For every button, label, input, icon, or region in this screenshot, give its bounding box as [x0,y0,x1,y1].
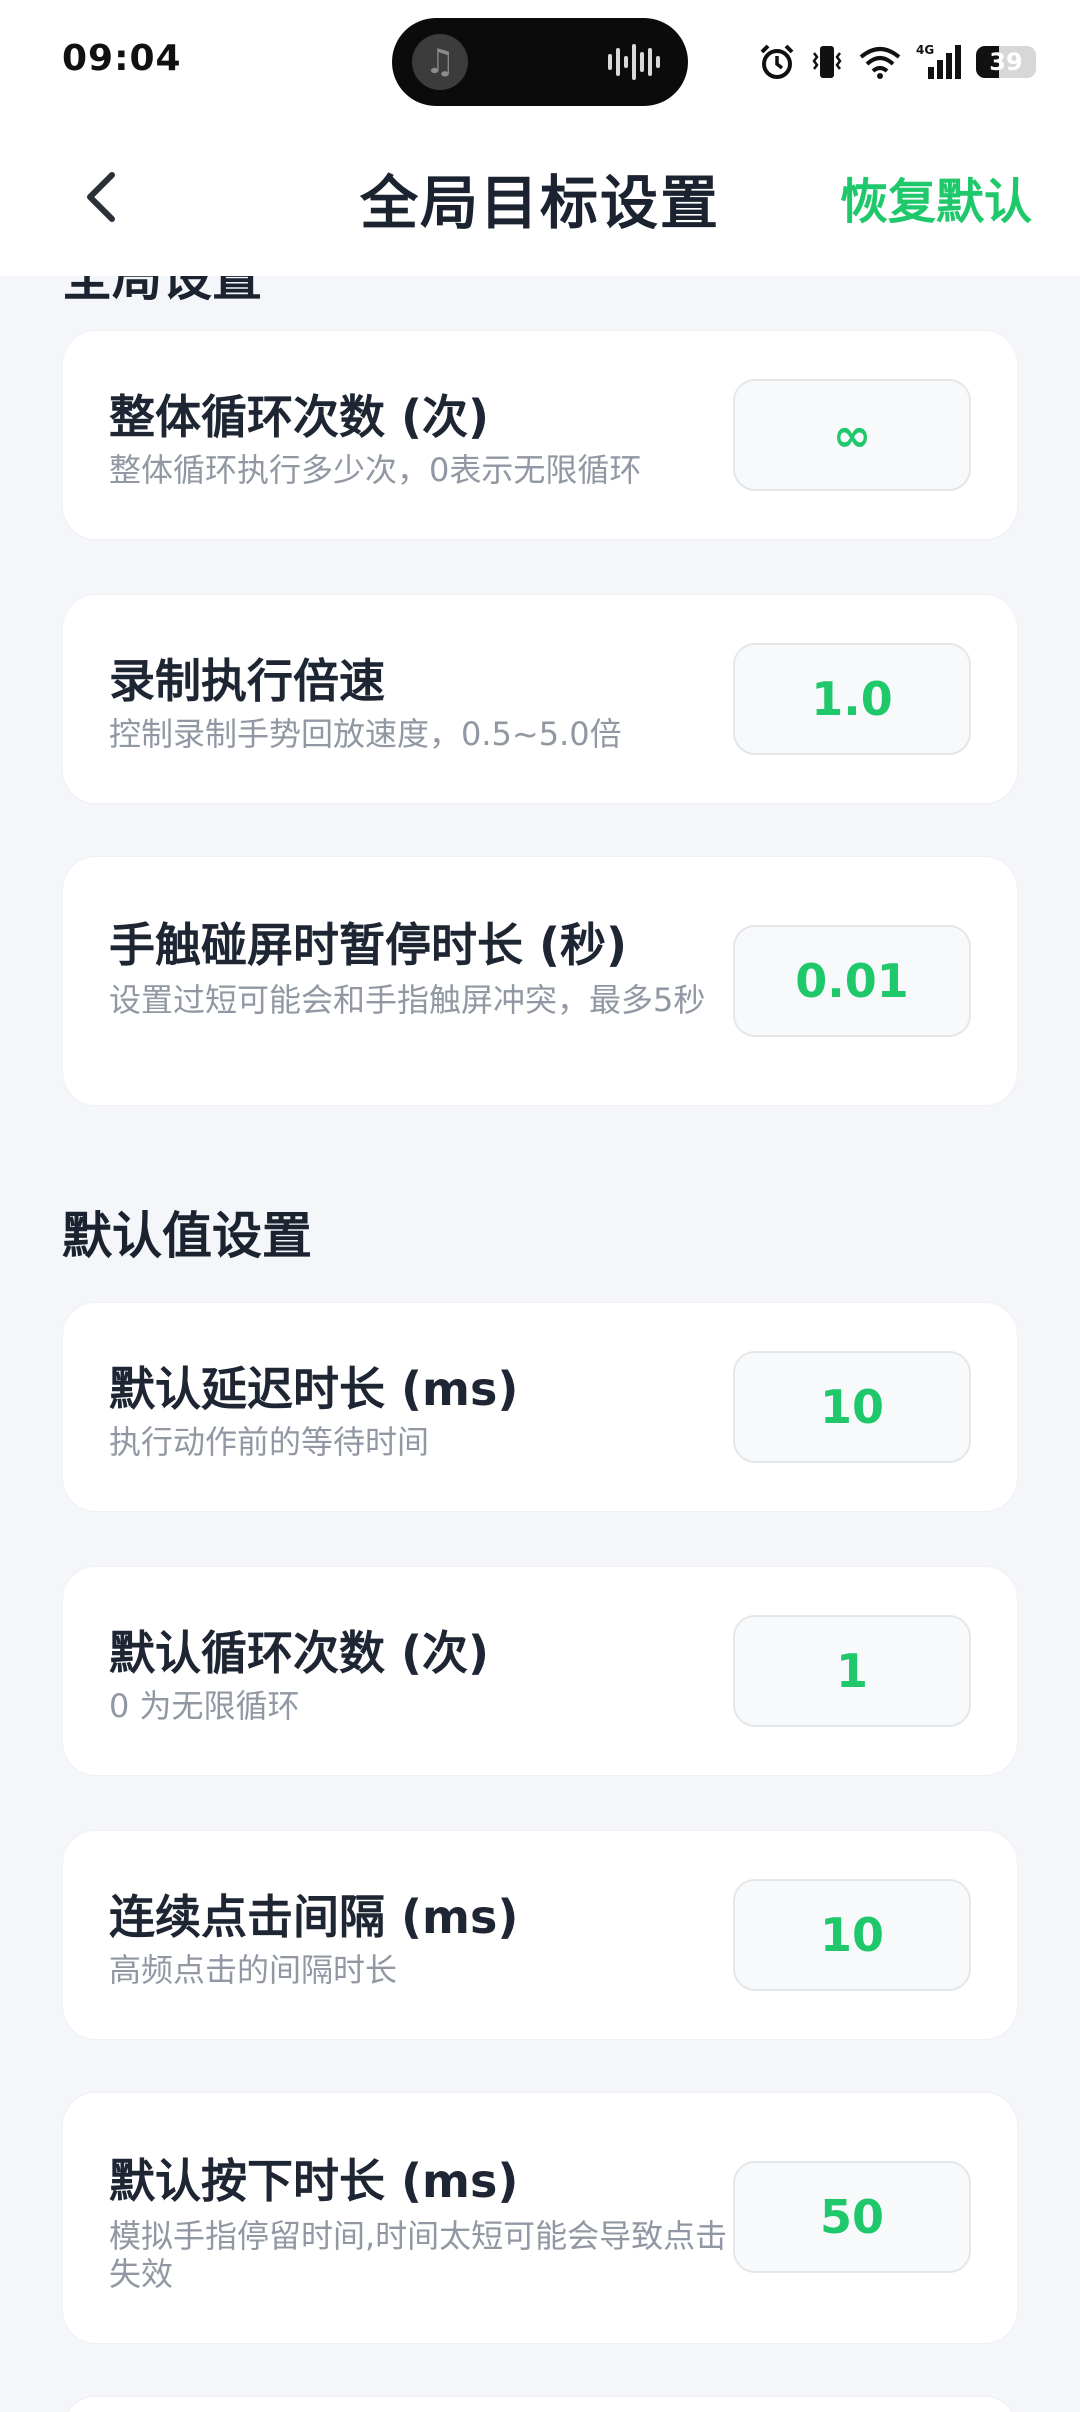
loop-count-input[interactable]: ∞ [733,379,971,491]
setting-description: 控制录制手势回放速度，0.5~5.0倍 [109,715,622,753]
alarm-icon [760,44,794,79]
press-duration-input[interactable]: 50 [733,2161,971,2273]
signal-icon: 4G [916,43,961,79]
setting-click-interval: 连续点击间隔 (ms) 高频点击的间隔时长 10 [62,1830,1018,2040]
setting-description: 高频点击的间隔时长 [109,1951,398,1989]
settings-list[interactable]: 全局设置 整体循环次数 (次) 整体循环执行多少次，0表示无限循环 ∞ 录制执行… [0,276,1080,2412]
setting-description: 0 为无限循环 [109,1687,300,1725]
setting-description: 整体循环执行多少次，0表示无限循环 [109,451,642,489]
voice-wave-icon [608,44,660,80]
setting-label: 整体循环次数 (次) [109,390,490,444]
dynamic-island[interactable]: ♫ [392,18,688,106]
wifi-icon [859,47,901,79]
default-loop-input[interactable]: 1 [733,1615,971,1727]
setting-overall-loop-count: 整体循环次数 (次) 整体循环执行多少次，0表示无限循环 ∞ [62,330,1018,540]
music-icon: ♫ [412,34,468,90]
touch-pause-input[interactable]: 0.01 [733,925,971,1037]
battery-level: 39 [989,48,1023,76]
setting-playback-speed: 录制执行倍速 控制录制手势回放速度，0.5~5.0倍 1.0 [62,594,1018,804]
setting-description: 模拟手指停留时间,时间太短可能会导致点击失效 [109,2217,728,2293]
click-interval-input[interactable]: 10 [733,1879,971,1991]
section-title-global: 全局设置 [62,276,262,307]
setting-description: 执行动作前的等待时间 [109,1423,430,1461]
status-time: 09:04 [62,38,182,79]
network-type-label: 4G [916,43,934,57]
setting-label: 默认按下时长 (ms) [109,2154,519,2208]
setting-label: 录制执行倍速 [109,654,385,708]
setting-press-duration: 默认按下时长 (ms) 模拟手指停留时间,时间太短可能会导致点击失效 50 [62,2092,1018,2344]
setting-label: 手触碰屏时暂停时长 (秒) [109,918,628,972]
vibrate-icon [812,46,842,78]
setting-label: 连续点击间隔 (ms) [109,1890,519,1944]
setting-default-loop-count: 默认循环次数 (次) 0 为无限循环 1 [62,1566,1018,1776]
setting-default-delay: 默认延迟时长 (ms) 执行动作前的等待时间 10 [62,1302,1018,1512]
restore-defaults-button[interactable]: 恢复默认 [840,162,1032,232]
app-header: 全局目标设置 恢复默认 [0,120,1080,276]
setting-touch-pause-duration: 手触碰屏时暂停时长 (秒) 设置过短可能会和手指触屏冲突，最多5秒 0.01 [62,856,1018,1106]
battery-icon: 39 [976,46,1036,78]
setting-next-partial [62,2396,1018,2412]
setting-description: 设置过短可能会和手指触屏冲突，最多5秒 [109,981,706,1019]
setting-label: 默认延迟时长 (ms) [109,1362,519,1416]
setting-label: 默认循环次数 (次) [109,1626,490,1680]
section-title-defaults: 默认值设置 [62,1207,312,1265]
status-bar: 09:04 ♫ 4G 39 [0,0,1080,120]
default-delay-input[interactable]: 10 [733,1351,971,1463]
playback-speed-input[interactable]: 1.0 [733,643,971,755]
